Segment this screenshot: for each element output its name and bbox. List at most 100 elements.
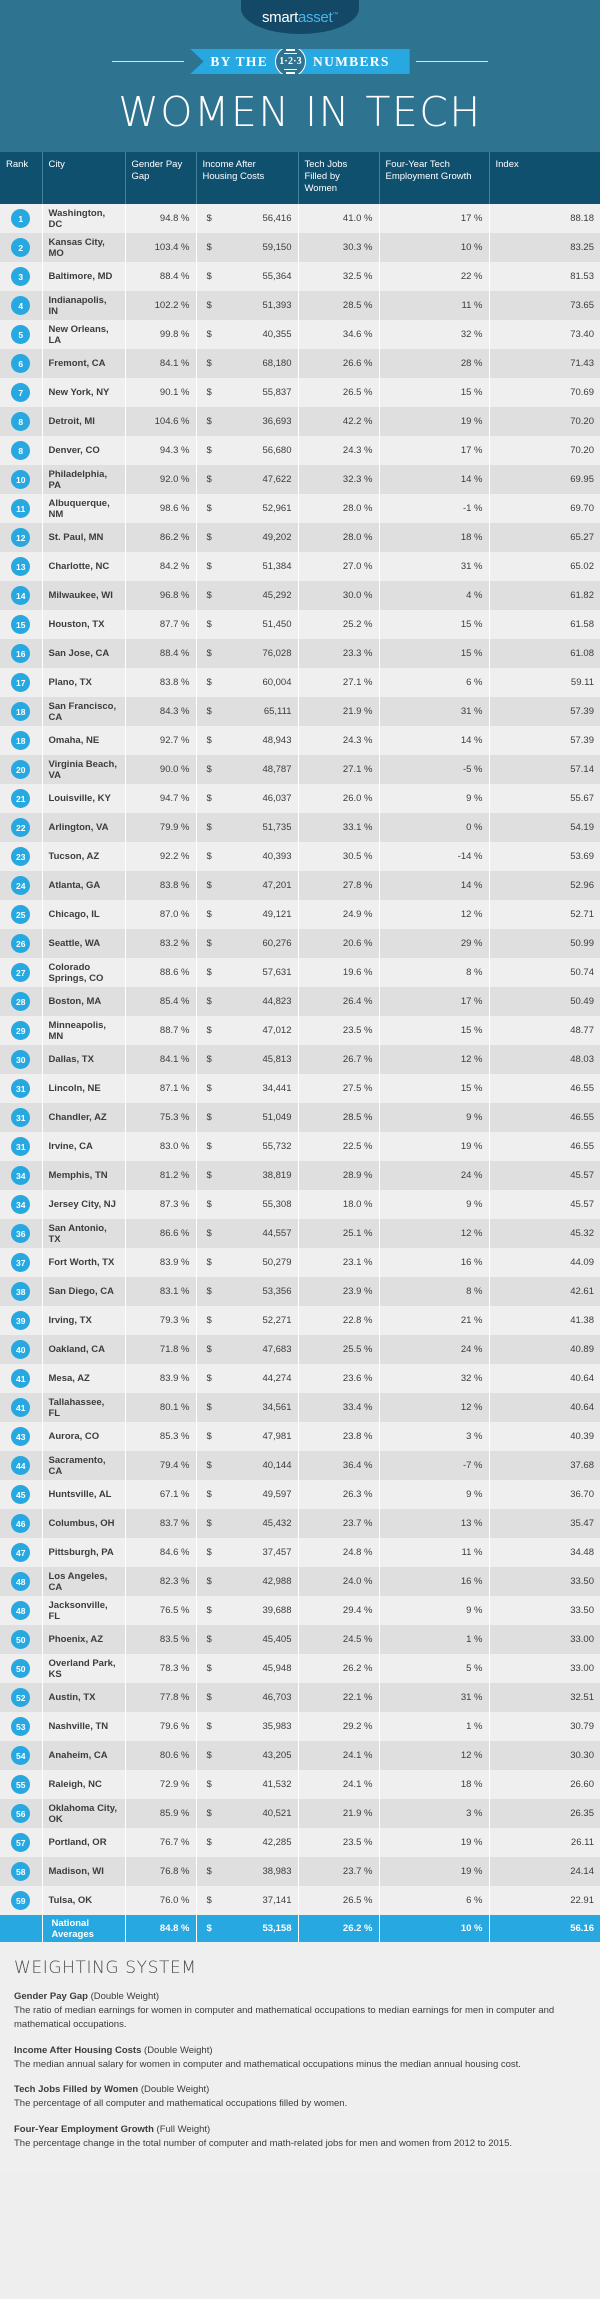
table-row[interactable]: 5 New Orleans, LA 99.8 % $40,355 34.6 % 32 % 7… bbox=[0, 320, 600, 349]
rank-cell: 22 bbox=[0, 813, 43, 842]
income-after-housing-value: $48,943 bbox=[196, 726, 299, 755]
table-row[interactable]: 1 Washington, DC 94.8 % $56,416 41.0 % 17 % 88… bbox=[0, 204, 600, 233]
rank-cell: 50 bbox=[0, 1654, 43, 1683]
smartasset-logo[interactable]: smartasset™ bbox=[241, 0, 359, 34]
employment-growth-value: 13 % bbox=[379, 1509, 490, 1538]
table-row[interactable]: 38 San Diego, CA 83.1 % $53,356 23.9 % 8 % 42.… bbox=[0, 1277, 600, 1306]
table-row[interactable]: 24 Atlanta, GA 83.8 % $47,201 27.8 % 14 % 52.9… bbox=[0, 871, 600, 900]
table-row[interactable]: 54 Anaheim, CA 80.6 % $43,205 24.1 % 12 % 30.3… bbox=[0, 1741, 600, 1770]
table-row[interactable]: 50 Phoenix, AZ 83.5 % $45,405 24.5 % 1 % 33.00 bbox=[0, 1625, 600, 1654]
table-row[interactable]: 8 Denver, CO 94.3 % $56,680 24.3 % 17 % 70.20 bbox=[0, 436, 600, 465]
table-row[interactable]: 48 Los Angeles, CA 82.3 % $42,988 24.0 % 16 %… bbox=[0, 1567, 600, 1596]
index-value: 70.20 bbox=[489, 407, 600, 436]
table-row[interactable]: 18 Omaha, NE 92.7 % $48,943 24.3 % 14 % 57.39 bbox=[0, 726, 600, 755]
table-row[interactable]: 3 Baltimore, MD 88.4 % $55,364 32.5 % 22 % 81.… bbox=[0, 262, 600, 291]
table-row[interactable]: 23 Tucson, AZ 92.2 % $40,393 30.5 % -14 % 53.6… bbox=[0, 842, 600, 871]
rank-badge: 24 bbox=[11, 876, 31, 895]
table-row[interactable]: 56 Oklahoma City, OK 85.9 % $40,521 21.9 % 3 … bbox=[0, 1799, 600, 1828]
gender-pay-gap-value: 84.3 % bbox=[125, 697, 197, 726]
city-name: Chicago, IL bbox=[42, 900, 126, 929]
rank-badge: 34 bbox=[11, 1195, 31, 1214]
city-name: Oakland, CA bbox=[42, 1335, 126, 1364]
table-row[interactable]: 31 Chandler, AZ 75.3 % $51,049 28.5 % 9 % 46.5… bbox=[0, 1103, 600, 1132]
table-row[interactable]: 46 Columbus, OH 83.7 % $45,432 23.7 % 13 % 35.… bbox=[0, 1509, 600, 1538]
table-row[interactable]: 13 Charlotte, NC 84.2 % $51,384 27.0 % 31 % 65… bbox=[0, 552, 600, 581]
table-row[interactable]: 34 Jersey City, NJ 87.3 % $55,308 18.0 % 9 % 4… bbox=[0, 1190, 600, 1219]
table-row[interactable]: 53 Nashville, TN 79.6 % $35,983 29.2 % 1 % 30.… bbox=[0, 1712, 600, 1741]
table-row[interactable]: 8 Detroit, MI 104.6 % $36,693 42.2 % 19 % 70.2… bbox=[0, 407, 600, 436]
table-row[interactable]: 40 Oakland, CA 71.8 % $47,683 25.5 % 24 % 40.8… bbox=[0, 1335, 600, 1364]
income-after-housing-value: $39,688 bbox=[196, 1596, 299, 1625]
table-row[interactable]: 50 Overland Park, KS 78.3 % $45,948 26.2 % 5 … bbox=[0, 1654, 600, 1683]
table-row[interactable]: 48 Jacksonville, FL 76.5 % $39,688 29.4 % 9 %… bbox=[0, 1596, 600, 1625]
table-row[interactable]: 26 Seattle, WA 83.2 % $60,276 20.6 % 29 % 50.9… bbox=[0, 929, 600, 958]
tech-jobs-filled-value: 33.4 % bbox=[298, 1393, 380, 1422]
table-row[interactable]: 7 New York, NY 90.1 % $55,837 26.5 % 15 % 70.6… bbox=[0, 378, 600, 407]
column-header-income-after-housing-costs[interactable]: Income After Housing Costs bbox=[196, 152, 299, 204]
table-row[interactable]: 16 San Jose, CA 88.4 % $76,028 23.3 % 15 % 61.… bbox=[0, 639, 600, 668]
table-row[interactable]: 27 Colorado Springs, CO 88.6 % $57,631 19.6 … bbox=[0, 958, 600, 987]
table-row[interactable]: 59 Tulsa, OK 76.0 % $37,141 26.5 % 6 % 22.91 bbox=[0, 1886, 600, 1915]
table-row[interactable]: 58 Madison, WI 76.8 % $38,983 23.7 % 19 % 24.1… bbox=[0, 1857, 600, 1886]
tech-jobs-filled-value: 24.5 % bbox=[298, 1625, 380, 1654]
rank-cell: 43 bbox=[0, 1422, 43, 1451]
table-row[interactable]: 43 Aurora, CO 85.3 % $47,981 23.8 % 3 % 40.39 bbox=[0, 1422, 600, 1451]
column-header-gender-pay-gap[interactable]: Gender Pay Gap bbox=[125, 152, 197, 204]
table-row[interactable]: 14 Milwaukee, WI 96.8 % $45,292 30.0 % 4 % 61.… bbox=[0, 581, 600, 610]
table-row[interactable]: 6 Fremont, CA 84.1 % $68,180 26.6 % 28 % 71.43 bbox=[0, 349, 600, 378]
table-row[interactable]: 44 Sacramento, CA 79.4 % $40,144 36.4 % -7 % 3… bbox=[0, 1451, 600, 1480]
table-row[interactable]: 4 Indianapolis, IN 102.2 % $51,393 28.5 % 11 … bbox=[0, 291, 600, 320]
column-header-four-year-tech-employment-growth[interactable]: Four-Year Tech Employment Growth bbox=[379, 152, 490, 204]
gender-pay-gap-value: 86.6 % bbox=[125, 1219, 197, 1248]
rank-cell: 53 bbox=[0, 1712, 43, 1741]
table-row[interactable]: 36 San Antonio, TX 86.6 % $44,557 25.1 % 12 %… bbox=[0, 1219, 600, 1248]
table-row[interactable]: 34 Memphis, TN 81.2 % $38,819 28.9 % 24 % 45.5… bbox=[0, 1161, 600, 1190]
table-row[interactable]: 12 St. Paul, MN 86.2 % $49,202 28.0 % 18 % 65.… bbox=[0, 523, 600, 552]
column-header-city[interactable]: City bbox=[42, 152, 126, 204]
table-row[interactable]: 45 Huntsville, AL 67.1 % $49,597 26.3 % 9 % 36… bbox=[0, 1480, 600, 1509]
tech-jobs-filled-value: 26.5 % bbox=[298, 378, 380, 407]
table-row[interactable]: 11 Albuquerque, NM 98.6 % $52,961 28.0 % -1 %… bbox=[0, 494, 600, 523]
table-header-row: Rank City Gender Pay Gap Income After Ho… bbox=[0, 152, 600, 204]
rank-badge: 6 bbox=[11, 354, 31, 373]
table-row[interactable]: 31 Lincoln, NE 87.1 % $34,441 27.5 % 15 % 46.5… bbox=[0, 1074, 600, 1103]
rank-cell: 26 bbox=[0, 929, 43, 958]
city-name: Tucson, AZ bbox=[42, 842, 126, 871]
table-row[interactable]: 29 Minneapolis, MN 88.7 % $47,012 23.5 % 15 %… bbox=[0, 1016, 600, 1045]
income-after-housing-value: $52,961 bbox=[196, 494, 299, 523]
table-row[interactable]: 31 Irvine, CA 83.0 % $55,732 22.5 % 19 % 46.55 bbox=[0, 1132, 600, 1161]
table-row[interactable]: 21 Louisville, KY 94.7 % $46,037 26.0 % 9 % 55… bbox=[0, 784, 600, 813]
table-row[interactable]: 25 Chicago, IL 87.0 % $49,121 24.9 % 12 % 52.7… bbox=[0, 900, 600, 929]
table-row[interactable]: 55 Raleigh, NC 72.9 % $41,532 24.1 % 18 % 26.6… bbox=[0, 1770, 600, 1799]
tech-jobs-filled-value: 24.1 % bbox=[298, 1741, 380, 1770]
table-row[interactable]: 20 Virginia Beach, VA 90.0 % $48,787 27.1 % -… bbox=[0, 755, 600, 784]
table-row[interactable]: 47 Pittsburgh, PA 84.6 % $37,457 24.8 % 11 % 3… bbox=[0, 1538, 600, 1567]
index-value: 73.65 bbox=[489, 291, 600, 320]
table-row[interactable]: 2 Kansas City, MO 103.4 % $59,150 30.3 % 10 %… bbox=[0, 233, 600, 262]
table-row[interactable]: 15 Houston, TX 87.7 % $51,450 25.2 % 15 % 61.5… bbox=[0, 610, 600, 639]
table-row[interactable]: 30 Dallas, TX 84.1 % $45,813 26.7 % 12 % 48.03 bbox=[0, 1045, 600, 1074]
table-row[interactable]: 39 Irving, TX 79.3 % $52,271 22.8 % 21 % 41.38 bbox=[0, 1306, 600, 1335]
column-header-tech-jobs-filled-by-women[interactable]: Tech Jobs Filled by Women bbox=[298, 152, 380, 204]
table-row[interactable]: 18 San Francisco, CA 84.3 % $65,111 21.9 % 31… bbox=[0, 697, 600, 726]
rank-cell: 5 bbox=[0, 320, 43, 349]
table-row[interactable]: 52 Austin, TX 77.8 % $46,703 22.1 % 31 % 32.51 bbox=[0, 1683, 600, 1712]
city-name: Jacksonville, FL bbox=[42, 1596, 126, 1625]
table-row[interactable]: 57 Portland, OR 76.7 % $42,285 23.5 % 19 % 26.… bbox=[0, 1828, 600, 1857]
table-row[interactable]: 41 Tallahassee, FL 80.1 % $34,561 33.4 % 12 %… bbox=[0, 1393, 600, 1422]
table-row[interactable]: 10 Philadelphia, PA 92.0 % $47,622 32.3 % 14 … bbox=[0, 465, 600, 494]
employment-growth-value: 8 % bbox=[379, 1277, 490, 1306]
table-row[interactable]: 22 Arlington, VA 79.9 % $51,735 33.1 % 0 % 54.… bbox=[0, 813, 600, 842]
index-value: 61.58 bbox=[489, 610, 600, 639]
column-header-rank[interactable]: Rank bbox=[0, 152, 43, 204]
index-value: 46.55 bbox=[489, 1103, 600, 1132]
table-row[interactable]: 28 Boston, MA 85.4 % $44,823 26.4 % 17 % 50.49 bbox=[0, 987, 600, 1016]
table-row[interactable]: 41 Mesa, AZ 83.9 % $44,274 23.6 % 32 % 40.64 bbox=[0, 1364, 600, 1393]
averages-growth: 10 % bbox=[379, 1915, 490, 1942]
rank-cell: 57 bbox=[0, 1828, 43, 1857]
table-row[interactable]: 17 Plano, TX 83.8 % $60,004 27.1 % 6 % 59.11 bbox=[0, 668, 600, 697]
income-after-housing-value: $51,393 bbox=[196, 291, 299, 320]
city-name: Chandler, AZ bbox=[42, 1103, 126, 1132]
table-row[interactable]: 37 Fort Worth, TX 83.9 % $50,279 23.1 % 16 % 4… bbox=[0, 1248, 600, 1277]
column-header-index[interactable]: Index bbox=[489, 152, 600, 204]
